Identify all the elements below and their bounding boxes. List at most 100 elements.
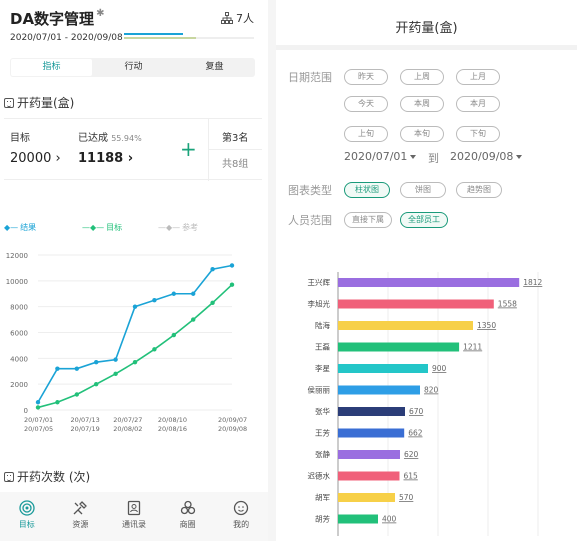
data-point: [210, 300, 215, 305]
x-tick-label: 20/09/07: [218, 416, 247, 424]
tab-review[interactable]: 复盘: [174, 58, 255, 77]
group-label: 共8组: [222, 159, 249, 170]
caret-down-icon: [410, 155, 417, 159]
tab-indicators[interactable]: 指标: [11, 59, 92, 76]
y-tick-label: 6000: [10, 330, 28, 338]
data-point: [152, 347, 157, 352]
x-tick-label: 20/09/08: [218, 425, 247, 433]
pill-all-staff[interactable]: 全部员工: [400, 212, 448, 228]
data-point: [55, 400, 60, 405]
face-icon: [4, 471, 14, 482]
face-icon: [234, 500, 249, 516]
legend-target[interactable]: —◆— 目标: [82, 222, 122, 233]
x-tick-label: 20/07/01: [24, 416, 53, 424]
face-icon: [4, 97, 14, 108]
circle-icon: [180, 500, 195, 515]
pill-this-month[interactable]: 本月: [456, 96, 500, 112]
y-tick-label: 12000: [6, 252, 28, 260]
data-point: [132, 304, 138, 309]
bar-category-label: 张静: [315, 449, 330, 459]
nav-resources[interactable]: 资源: [54, 492, 108, 541]
y-tick-label: 10000: [6, 278, 28, 286]
series-line-result: [37, 264, 233, 403]
app-title: DA数字管理 ✱: [10, 8, 105, 28]
target-label: 目标: [10, 133, 30, 144]
contacts-icon: [127, 500, 141, 516]
rank-label: 第3名: [222, 133, 249, 144]
bar: [338, 514, 378, 524]
x-tick-label: 20/07/27: [113, 416, 142, 424]
nav-circle[interactable]: 商圈: [161, 492, 215, 541]
nav-contacts[interactable]: 通讯录: [107, 492, 161, 541]
pill-next-dekad[interactable]: 下旬: [456, 126, 500, 142]
data-point: [94, 360, 99, 365]
legend-reference[interactable]: —◆— 参考: [158, 222, 198, 233]
bottom-nav: 目标 资源 通讯录 商圈 我的: [0, 492, 268, 541]
pill-bar-chart[interactable]: 柱状图: [344, 182, 390, 198]
end-date-select[interactable]: 2020/09/08: [450, 150, 523, 163]
pill-trend-chart[interactable]: 趋势图: [456, 182, 502, 198]
pill-last-month[interactable]: 上月: [456, 69, 500, 85]
target-value[interactable]: 20000 ›: [10, 151, 61, 166]
bar: [338, 342, 460, 352]
x-tick-label: 20/07/13: [71, 416, 100, 424]
pill-last-week[interactable]: 上周: [400, 69, 444, 85]
data-point: [35, 405, 41, 410]
date-range: 2020/07/01 - 2020/09/08: [10, 33, 123, 43]
kpi-card: 目标 20000 › 已达成 55.94% 11188 › + 第3名 共8组: [4, 118, 262, 181]
data-point: [229, 263, 235, 268]
achieved-value[interactable]: 11188 ›: [78, 151, 133, 166]
tab-actions[interactable]: 行动: [93, 58, 174, 77]
data-point: [113, 371, 118, 377]
data-point: [35, 400, 41, 405]
pill-yesterday[interactable]: 昨天: [344, 69, 388, 85]
bar-value-label: 400: [382, 515, 397, 524]
panel-divider: [268, 0, 276, 541]
bar-value-label: 615: [404, 472, 419, 481]
pill-pie-chart[interactable]: 饼图: [400, 182, 446, 198]
x-tick-label: 20/08/16: [158, 425, 187, 433]
tools-icon: [73, 501, 88, 515]
data-point: [74, 366, 80, 371]
to-label: 到: [428, 152, 439, 165]
pill-this-week[interactable]: 本周: [400, 96, 444, 112]
date-range-label: 日期范围: [288, 71, 332, 84]
people-count[interactable]: 7人: [221, 10, 254, 26]
bar-chart: 王兴辉 1812 李旭光 1558 陆海 1350 王磊 1211 李星 900 侯丽丽 820 张华 6…: [308, 272, 543, 536]
people-range-label: 人员范围: [288, 214, 332, 227]
x-tick-label: 20/07/19: [71, 425, 100, 433]
bar-value-label: 1812: [523, 278, 542, 287]
data-point: [152, 298, 157, 303]
bar-category-label: 胡芳: [315, 514, 330, 524]
bar-value-label: 820: [424, 386, 439, 395]
add-icon[interactable]: +: [180, 137, 197, 161]
x-tick-label: 20/07/05: [24, 425, 53, 433]
bar-category-label: 王芳: [315, 428, 330, 438]
pill-this-dekad[interactable]: 本旬: [400, 126, 444, 142]
gear-icon[interactable]: ✱: [96, 8, 104, 19]
bar-value-label: 620: [404, 450, 419, 459]
nav-target[interactable]: 目标: [0, 492, 54, 541]
bar-value-label: 1211: [463, 343, 482, 352]
start-date-select[interactable]: 2020/07/01: [344, 150, 417, 163]
data-point: [74, 392, 80, 397]
pill-direct-reports[interactable]: 直接下属: [344, 212, 392, 228]
nav-mine[interactable]: 我的: [214, 492, 268, 541]
data-point: [171, 291, 176, 296]
bar: [338, 493, 395, 502]
bar: [338, 428, 405, 438]
data-point: [210, 267, 215, 272]
bar-value-label: 1350: [477, 321, 496, 330]
progress-bar: [124, 33, 254, 39]
pill-today[interactable]: 今天: [344, 96, 388, 112]
bar-value-label: 662: [408, 429, 423, 438]
y-tick-label: 0: [24, 407, 28, 415]
data-point: [94, 381, 99, 387]
legend-result[interactable]: ◆— 结果: [4, 222, 36, 233]
right-panel: 开药量(盒) 日期范围 昨天 上周 上月 今天 本周 本月 上旬 本旬 下旬 2…: [276, 0, 577, 541]
caret-down-icon: [516, 155, 523, 159]
bar: [338, 321, 473, 330]
x-tick-label: 20/08/10: [158, 416, 187, 424]
pill-prev-dekad[interactable]: 上旬: [344, 126, 388, 142]
bar-category-label: 李星: [315, 363, 330, 373]
